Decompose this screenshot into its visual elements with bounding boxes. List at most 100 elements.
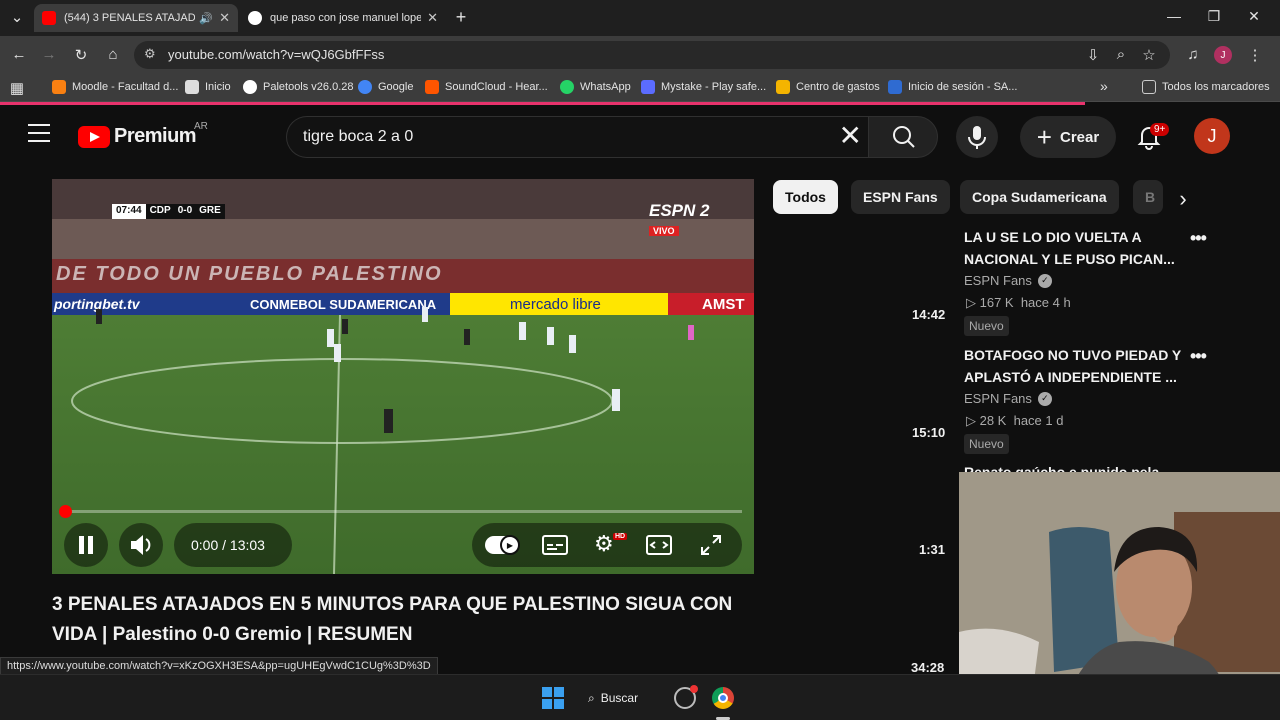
chip-copa-sudamericana[interactable]: Copa Sudamericana	[960, 180, 1119, 214]
bookmark-inicio[interactable]: Inicio	[185, 80, 231, 94]
windows-start-icon[interactable]	[542, 687, 564, 709]
bookmark-label: Inicio de sesión - SA...	[908, 81, 1018, 93]
account-avatar[interactable]: J	[1194, 118, 1230, 154]
fullscreen-icon[interactable]	[699, 533, 723, 557]
minimize-icon[interactable]: —	[1164, 8, 1184, 24]
new-tab-icon[interactable]: +	[452, 7, 470, 28]
link-status-bubble: https://www.youtube.com/watch?v=xKzOGXH3…	[0, 657, 438, 675]
clear-search-icon[interactable]: ✕	[839, 122, 862, 150]
apps-grid-icon[interactable]: ▦	[8, 79, 26, 97]
players-overlay	[96, 307, 694, 433]
bookmark-label: Inicio	[205, 81, 231, 93]
time-display: 0:00 / 13:03	[191, 537, 265, 553]
chrome-icon[interactable]	[712, 687, 734, 709]
video-duration: 15:10	[912, 425, 946, 440]
channel-label: ESPN Fans	[964, 273, 1032, 288]
video-duration: 34:28	[911, 660, 945, 675]
more-options-icon[interactable]: •••	[1190, 346, 1207, 367]
chip-more[interactable]: B	[1133, 180, 1163, 214]
search-icon	[893, 126, 915, 148]
zoom-icon[interactable]: ⌕	[1112, 46, 1130, 63]
autoplay-toggle[interactable]: ▶	[485, 535, 520, 555]
channel-name[interactable]: ESPN Fans ✓	[964, 391, 1052, 406]
new-badge: Nuevo	[964, 316, 1009, 336]
view-count: 167 K	[979, 295, 1014, 310]
folder-icon	[1142, 80, 1156, 94]
recording-dot-icon	[690, 685, 698, 693]
reload-icon[interactable]: ↻	[72, 46, 90, 64]
video-stats: ▷ 167 K hace 4 h	[966, 295, 1071, 310]
hd-badge: HD	[613, 533, 628, 540]
seek-bar[interactable]	[64, 510, 742, 513]
address-bar[interactable]: ⚙ youtube.com/watch?v=wQJ6GbfFFss	[134, 41, 1170, 69]
taskbar-search-label: Buscar	[600, 691, 639, 705]
restore-icon[interactable]: ❐	[1204, 8, 1224, 25]
miniplayer-icon[interactable]	[646, 535, 672, 555]
bookmark-label: Moodle - Facultad d...	[72, 81, 179, 93]
volume-icon	[131, 535, 151, 555]
media-controls-icon[interactable]: ♫	[1184, 46, 1202, 63]
google-icon	[358, 80, 372, 94]
settings-gear-icon[interactable]: ⚙	[594, 531, 614, 557]
bookmark-label: SoundCloud - Hear...	[445, 81, 548, 93]
hamburger-menu-icon[interactable]	[28, 124, 50, 144]
close-window-icon[interactable]: ✕	[1244, 8, 1264, 25]
site-info-icon[interactable]: ⚙	[144, 46, 156, 62]
upload-age: hace 1 d	[1013, 413, 1064, 428]
bookmark-label: Todos los marcadores	[1162, 81, 1270, 93]
recommendation-title[interactable]: LA U SE LO DIO VUELTA A NACIONAL Y LE PU…	[964, 226, 1184, 270]
channel-name[interactable]: ESPN Fans ✓	[964, 273, 1052, 288]
audio-playing-icon[interactable]: 🔊	[199, 12, 213, 25]
bookmark-google[interactable]: Google	[358, 80, 413, 94]
all-bookmarks[interactable]: Todos los marcadores	[1142, 80, 1270, 94]
bookmark-moodle[interactable]: Moodle - Facultad d...	[52, 80, 178, 94]
taskbar-search[interactable]: ⌕ Buscar	[588, 686, 638, 710]
browser-menu-icon[interactable]: ⋮	[1246, 46, 1264, 64]
bookmark-star-icon[interactable]: ☆	[1140, 46, 1158, 64]
search-button[interactable]	[868, 116, 938, 158]
create-button[interactable]: + Crear	[1020, 116, 1116, 158]
tab-search-icon[interactable]: ⌄	[8, 8, 26, 26]
profile-avatar[interactable]: J	[1214, 46, 1232, 64]
bookmark-paletools[interactable]: Paletools v26.0.28	[243, 80, 354, 94]
close-tab-icon[interactable]: ✕	[219, 10, 230, 26]
close-tab-icon[interactable]: ✕	[427, 10, 438, 26]
bookmark-soundcloud[interactable]: SoundCloud - Hear...	[425, 80, 548, 94]
tab-youtube[interactable]: (544) 3 PENALES ATAJADOS 🔊 ✕	[34, 4, 238, 32]
chip-todos[interactable]: Todos	[773, 180, 838, 214]
folder-app-icon	[776, 80, 790, 94]
video-stats: ▷ 28 K hace 1 d	[966, 413, 1064, 428]
voice-search-button[interactable]	[956, 116, 998, 158]
more-bookmarks-icon[interactable]: »	[1100, 78, 1108, 94]
volume-button[interactable]	[119, 523, 163, 567]
bookmark-label: Google	[378, 81, 414, 93]
youtube-premium-logo[interactable]: Premium AR	[78, 121, 208, 148]
verified-check-icon: ✓	[1037, 273, 1052, 288]
microphone-icon	[968, 126, 986, 149]
bookmark-whatsapp[interactable]: WhatsApp	[560, 80, 631, 94]
pause-icon	[79, 536, 93, 554]
back-icon[interactable]: ←	[10, 46, 28, 63]
forward-icon[interactable]: →	[40, 46, 58, 63]
subtitles-icon[interactable]	[542, 535, 568, 555]
chip-espn-fans[interactable]: ESPN Fans	[851, 180, 950, 214]
install-app-icon[interactable]: ⇩	[1084, 46, 1102, 64]
recommendation-title[interactable]: BOTAFOGO NO TUVO PIEDAD Y APLASTÓ A INDE…	[964, 344, 1184, 388]
bookmark-centro-gastos[interactable]: Centro de gastos	[776, 80, 880, 94]
tab-title: (544) 3 PENALES ATAJADOS	[64, 12, 196, 24]
bookmark-sap[interactable]: Inicio de sesión - SA...	[888, 80, 1017, 94]
bookmarks-bar: ▦ Moodle - Facultad d... Inicio Paletool…	[0, 74, 1280, 102]
tab-google[interactable]: que paso con jose manuel lope ✕	[240, 4, 446, 32]
home-icon[interactable]: ⌂	[104, 46, 122, 63]
more-options-icon[interactable]: •••	[1190, 228, 1207, 249]
logo-text: Premium	[114, 125, 197, 147]
search-input[interactable]: tigre boca 2 a 0 ✕	[286, 116, 868, 158]
bookmark-label: WhatsApp	[580, 81, 631, 93]
video-player[interactable]: DE TODO UN PUEBLO PALESTINO portingbet.t…	[52, 179, 754, 574]
play-pause-button[interactable]	[64, 523, 108, 567]
chevron-right-icon[interactable]: ›	[1166, 182, 1200, 216]
seek-handle[interactable]	[59, 505, 72, 518]
browser-toolbar: ← → ↻ ⌂ ⚙ youtube.com/watch?v=wQJ6GbfFFs…	[0, 36, 1280, 74]
recommendation-title[interactable]: Renato gaúcho e punido pela	[964, 461, 1184, 472]
bookmark-mystake[interactable]: Mystake - Play safe...	[641, 80, 766, 94]
